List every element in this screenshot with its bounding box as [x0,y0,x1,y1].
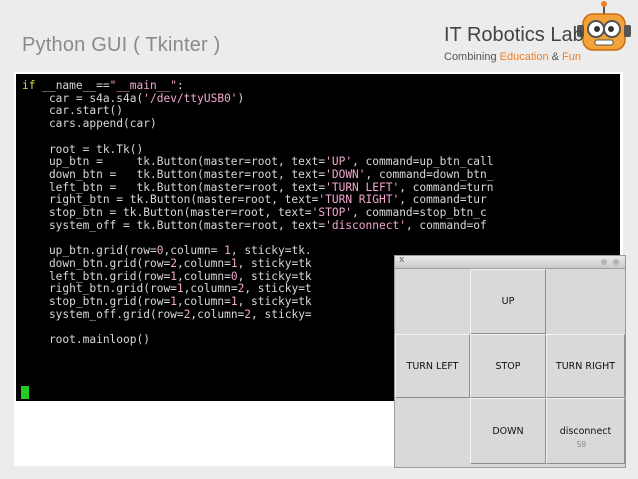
code-line: up_btn.grid(row=0,column= 1, sticky=tk. [22,244,312,258]
grid-empty-cell [546,269,625,334]
brand-name: IT Robotics Lab [444,24,584,46]
page-number: 59 [577,440,586,449]
code-line: if __name__=="__main__": [22,79,184,92]
minimize-icon[interactable] [601,259,607,265]
disconnect-button[interactable]: disconnect [546,398,625,464]
maximize-icon[interactable] [613,259,619,265]
code-line: right_btn = tk.Button(master=root, text=… [22,193,487,207]
code-line: car = s4a.s4a('/dev/ttyUSB0') [22,91,245,105]
code-line: stop_btn.grid(row=1,column=1, sticky=tk [22,294,312,308]
code-line: up_btn = tk.Button(master=root, text='UP… [22,155,494,169]
code-line: stop_btn = tk.Button(master=root, text='… [22,206,487,220]
code-line: cars.append(car) [22,117,157,131]
brand-tagline: Combining Education & Fun [444,51,581,63]
code-line: down_btn = tk.Button(master=root, text='… [22,167,494,181]
tkinter-titlebar[interactable]: x [395,256,625,269]
turn-right-button[interactable]: TURN RIGHT [546,334,625,398]
slide-title: Python GUI ( Tkinter ) [22,34,221,56]
code-line: car.start() [22,104,124,118]
code-line: down_btn.grid(row=2,column=1, sticky=tk [22,256,312,270]
turn-left-button[interactable]: TURN LEFT [395,334,470,398]
grid-empty-cell [395,269,470,334]
code-line: left_btn.grid(row=1,column=0, sticky=tk [22,269,312,283]
grid-empty-cell [395,398,470,464]
code-line: left_btn = tk.Button(master=root, text='… [22,180,494,194]
close-icon[interactable]: x [399,256,404,265]
tkinter-window: x UP TURN LEFT STOP TURN RIGHT DOWN disc… [394,255,626,468]
code-line: system_off = tk.Button(master=root, text… [22,218,487,232]
up-button[interactable]: UP [470,269,546,334]
stop-button[interactable]: STOP [470,334,546,398]
code-line: root.mainloop() [22,333,150,347]
down-button[interactable]: DOWN [470,398,546,464]
code-line: right_btn.grid(row=1,column=2, sticky=t [22,282,312,296]
terminal-cursor [21,386,29,399]
code-line: system_off.grid(row=2,column=2, sticky= [22,307,312,321]
brand-logo: IT Robotics Lab Combining Education & Fu… [444,22,634,72]
code-line: root = tk.Tk() [22,142,144,156]
